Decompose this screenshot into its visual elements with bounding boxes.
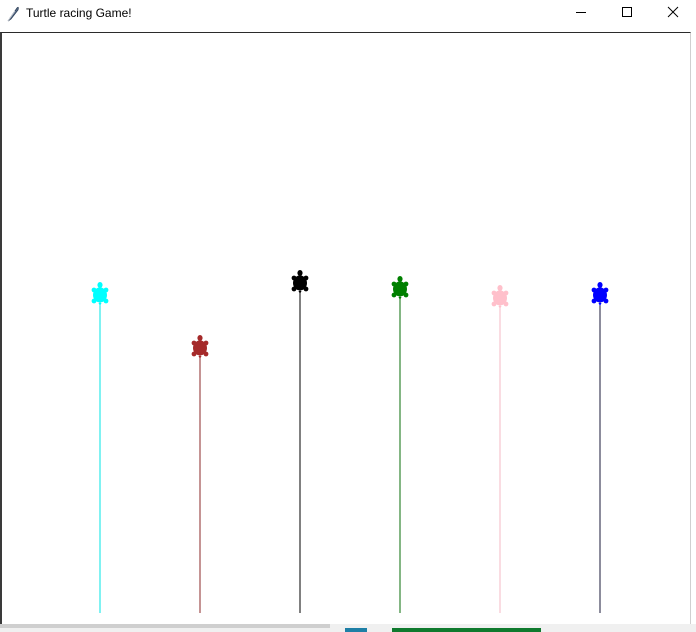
turtle-blue-icon bbox=[591, 282, 609, 306]
turtle-cyan-icon bbox=[91, 282, 109, 306]
title-bar[interactable]: Turtle racing Game! bbox=[0, 0, 696, 31]
turtle-green-icon bbox=[391, 276, 409, 300]
feather-icon bbox=[6, 6, 20, 22]
maximize-icon bbox=[622, 7, 632, 17]
turtle-black-icon bbox=[291, 270, 309, 294]
taskbar-progress bbox=[392, 628, 541, 632]
maximize-button[interactable] bbox=[604, 0, 650, 24]
close-icon bbox=[667, 6, 679, 18]
turtle-brown-icon bbox=[191, 335, 209, 359]
minimize-icon bbox=[576, 12, 586, 13]
turtle-canvas[interactable] bbox=[0, 32, 691, 624]
window-title: Turtle racing Game! bbox=[26, 6, 132, 20]
taskbar-strip bbox=[0, 624, 696, 632]
turtle-pink-icon bbox=[491, 285, 509, 309]
close-button[interactable] bbox=[650, 0, 696, 24]
taskbar-indicator bbox=[345, 628, 367, 632]
scrollbar-track bbox=[0, 624, 330, 628]
race-track bbox=[91, 270, 609, 613]
minimize-button[interactable] bbox=[558, 0, 604, 24]
